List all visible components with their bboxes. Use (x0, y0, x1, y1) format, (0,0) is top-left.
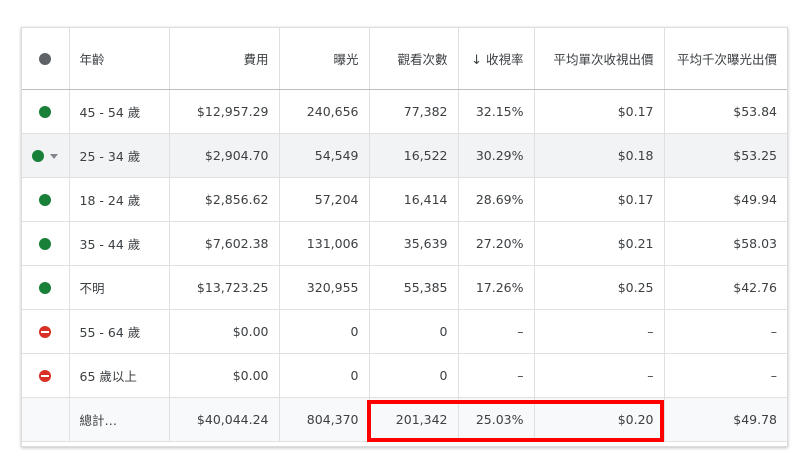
total-view-rate: 25.03% (458, 397, 535, 442)
status-column-header[interactable] (22, 28, 70, 90)
avg-cpv-cell: $0.17 (534, 177, 665, 222)
cost-cell: $2,856.62 (169, 177, 280, 222)
avg-cpm-column-header[interactable]: 平均千次曝光出價 (664, 28, 787, 90)
enabled-status-icon[interactable] (32, 150, 45, 162)
view-rate-cell: 28.69% (458, 177, 535, 222)
age-report-table-card: 年齡 費用 曝光 觀看次數 ↓ 收視率 平均單次收視出價 平均千次曝光出價 45 … (21, 27, 788, 447)
avg-cpv-cell: $0.17 (534, 89, 665, 134)
impressions-column-header[interactable]: 曝光 (279, 28, 370, 90)
enabled-status-icon[interactable] (39, 238, 52, 250)
excluded-status-icon[interactable] (39, 370, 52, 382)
table-row: 25 - 34 歲 $2,904.70 54,549 16,522 30.29%… (22, 133, 787, 178)
avg-cpm-cell: $42.76 (664, 265, 787, 310)
impressions-cell: 0 (279, 309, 370, 354)
avg-cpv-cell: – (534, 353, 665, 398)
total-avg-cpv: $0.20 (534, 397, 665, 442)
cost-cell: $0.00 (169, 353, 280, 398)
view-rate-cell: 27.20% (458, 221, 535, 266)
age-cell: 65 歲以上 (69, 353, 170, 398)
age-cell: 45 - 54 歲 (69, 89, 170, 134)
views-cell: 77,382 (369, 89, 459, 134)
table-row: 不明 $13,723.25 320,955 55,385 17.26% $0.2… (22, 265, 787, 310)
avg-cpv-column-header[interactable]: 平均單次收視出價 (534, 28, 665, 90)
cost-column-header[interactable]: 費用 (169, 28, 280, 90)
avg-cpm-cell: – (664, 353, 787, 398)
enabled-status-icon[interactable] (39, 282, 52, 294)
cost-cell: $12,957.29 (169, 89, 280, 134)
total-impressions: 804,370 (279, 397, 370, 442)
avg-cpv-cell: – (534, 309, 665, 354)
table-row: 65 歲以上 $0.00 0 0 – – – (22, 353, 787, 398)
table-row: 45 - 54 歲 $12,957.29 240,656 77,382 32.1… (22, 89, 787, 134)
status-dot-icon (39, 53, 52, 66)
cost-cell: $13,723.25 (169, 265, 280, 310)
status-cell[interactable] (22, 177, 70, 222)
avg-cpm-cell: $49.94 (664, 177, 787, 222)
enabled-status-icon[interactable] (39, 194, 52, 206)
total-cost: $40,044.24 (169, 397, 280, 442)
status-cell[interactable] (22, 221, 70, 266)
status-cell[interactable] (22, 89, 70, 134)
age-cell: 25 - 34 歲 (69, 133, 170, 178)
views-cell: 16,522 (369, 133, 459, 178)
impressions-cell: 57,204 (279, 177, 370, 222)
cost-cell: $0.00 (169, 309, 280, 354)
impressions-cell: 131,006 (279, 221, 370, 266)
avg-cpm-cell: – (664, 309, 787, 354)
excluded-status-icon[interactable] (39, 326, 52, 338)
avg-cpm-cell: $58.03 (664, 221, 787, 266)
views-cell: 16,414 (369, 177, 459, 222)
impressions-cell: 320,955 (279, 265, 370, 310)
views-cell: 0 (369, 353, 459, 398)
impressions-cell: 54,549 (279, 133, 370, 178)
view-rate-cell: 30.29% (458, 133, 535, 178)
views-cell: 35,639 (369, 221, 459, 266)
view-rate-cell: 32.15% (458, 89, 535, 134)
header-row: 年齡 費用 曝光 觀看次數 ↓ 收視率 平均單次收視出價 平均千次曝光出價 (22, 28, 787, 90)
age-cell: 不明 (69, 265, 170, 310)
total-status-cell (22, 397, 70, 442)
age-column-header[interactable]: 年齡 (69, 28, 170, 90)
views-cell: 0 (369, 309, 459, 354)
total-row: 總計… $40,044.24 804,370 201,342 25.03% $0… (22, 397, 787, 442)
view-rate-cell: – (458, 309, 535, 354)
total-label[interactable]: 總計… (69, 397, 170, 442)
cost-cell: $7,602.38 (169, 221, 280, 266)
avg-cpm-cell: $53.84 (664, 89, 787, 134)
total-avg-cpm: $49.78 (664, 397, 787, 442)
views-cell: 55,385 (369, 265, 459, 310)
age-cell: 35 - 44 歲 (69, 221, 170, 266)
age-cell: 18 - 24 歲 (69, 177, 170, 222)
table-row: 55 - 64 歲 $0.00 0 0 – – – (22, 309, 787, 354)
age-cell: 55 - 64 歲 (69, 309, 170, 354)
status-cell[interactable] (22, 309, 70, 354)
impressions-cell: 0 (279, 353, 370, 398)
total-views: 201,342 (369, 397, 459, 442)
enabled-status-icon[interactable] (39, 106, 52, 118)
age-report-table: 年齡 費用 曝光 觀看次數 ↓ 收視率 平均單次收視出價 平均千次曝光出價 45 … (22, 28, 787, 442)
impressions-cell: 240,656 (279, 89, 370, 134)
chevron-down-icon[interactable] (50, 153, 59, 159)
table-row: 18 - 24 歲 $2,856.62 57,204 16,414 28.69%… (22, 177, 787, 222)
view-rate-cell: 17.26% (458, 265, 535, 310)
avg-cpv-cell: $0.25 (534, 265, 665, 310)
table-row: 35 - 44 歲 $7,602.38 131,006 35,639 27.20… (22, 221, 787, 266)
status-cell[interactable] (22, 353, 70, 398)
cost-cell: $2,904.70 (169, 133, 280, 178)
view-rate-column-header[interactable]: ↓ 收視率 (458, 28, 535, 90)
avg-cpv-cell: $0.21 (534, 221, 665, 266)
views-column-header[interactable]: 觀看次數 (369, 28, 459, 90)
status-cell[interactable] (22, 133, 70, 178)
status-cell[interactable] (22, 265, 70, 310)
avg-cpv-cell: $0.18 (534, 133, 665, 178)
view-rate-label: 收視率 (485, 51, 524, 67)
arrow-down-icon: ↓ (471, 52, 482, 68)
view-rate-cell: – (458, 353, 535, 398)
avg-cpm-cell: $53.25 (664, 133, 787, 178)
